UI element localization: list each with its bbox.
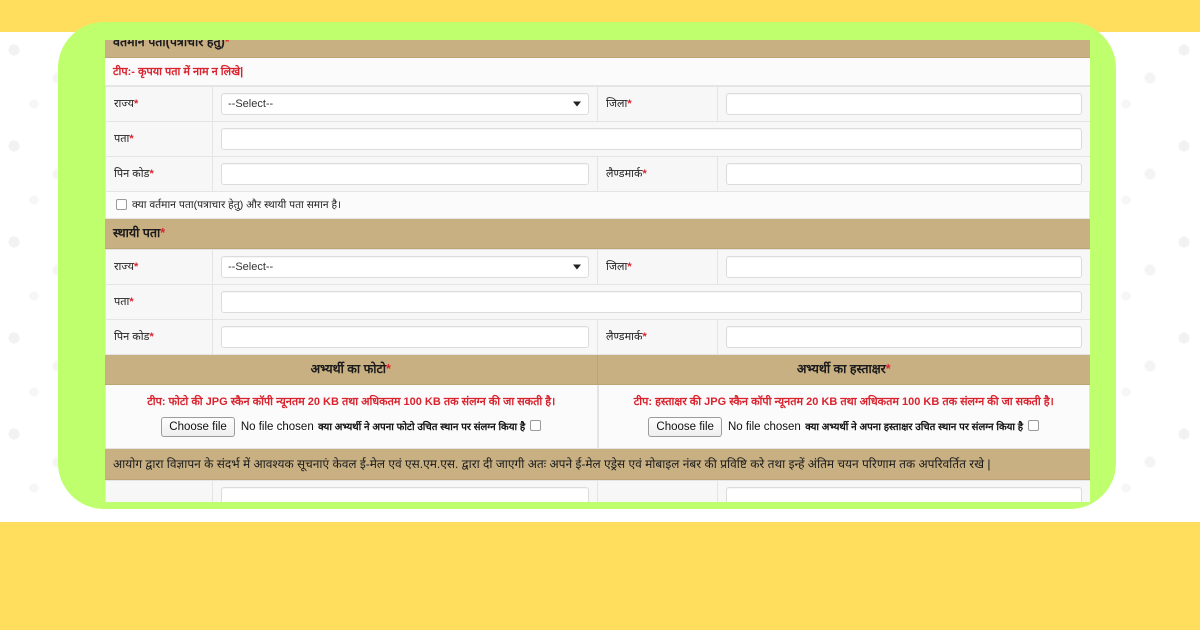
signature-required-mark: * <box>885 361 891 376</box>
photo-upload-pane: टीप: फोटो की JPG स्कैन कॉपी न्यूनतम 20 K… <box>105 384 598 449</box>
signature-note: टीप: हस्ताक्षर की JPG स्कैन कॉपी न्यूनतम… <box>633 395 1054 408</box>
permanent-district-input[interactable] <box>726 255 1082 278</box>
contact-notice-band: आयोग द्वारा विज्ञापन के संदर्भ में आवश्य… <box>105 448 1090 480</box>
application-form-viewport: वर्तमान पता(पत्राचार हेतु)* टीप:- कृपया … <box>105 40 1090 502</box>
label-current-district: जिला* <box>597 85 718 122</box>
section-header-permanent-address: स्थायी पता* <box>105 218 1090 249</box>
signature-file-row[interactable]: Choose file No file chosen <box>648 416 801 437</box>
current-landmark-input[interactable] <box>726 162 1082 185</box>
signature-confirm-label: क्या अभ्यर्थी ने अपना हस्ताक्षर उचित स्थ… <box>805 421 1024 433</box>
photo-title: अभ्यर्थी का फोटो <box>310 361 387 376</box>
section-header-photo: अभ्यर्थी का फोटो* <box>105 354 597 385</box>
current-district-input[interactable] <box>726 92 1082 115</box>
label-permanent-landmark: लैण्डमार्क* <box>597 318 718 355</box>
photo-confirm-label: क्या अभ्यर्थी ने अपना फोटो उचित स्थान पर… <box>318 421 526 433</box>
label-permanent-pincode: पिन कोड* <box>105 318 213 355</box>
current-state-select[interactable]: --Select-- <box>221 92 589 115</box>
permanent-address-title: स्थायी पता <box>113 225 161 240</box>
signature-title: अभ्यर्थी का हस्ताक्षर <box>796 361 886 376</box>
application-form: वर्तमान पता(पत्राचार हेतु)* टीप:- कृपया … <box>105 40 1090 502</box>
table-row: पिन कोड* लैण्डमार्क* <box>105 155 1090 192</box>
section-header-signature: अभ्यर्थी का हस्ताक्षर* <box>597 354 1090 385</box>
table-row: राज्य* --Select-- जिला* <box>105 85 1090 122</box>
label-current-state: राज्य* <box>105 85 213 122</box>
photo-signature-body-row: टीप: फोटो की JPG स्कैन कॉपी न्यूनतम 20 K… <box>105 384 1090 449</box>
current-address-required-mark: * <box>224 40 230 49</box>
same-as-permanent-label: क्या वर्तमान पता(पत्राचार हेतु) और स्थाय… <box>132 198 342 211</box>
photo-file-status: No file chosen <box>240 420 314 433</box>
table-row: पता* <box>105 283 1090 320</box>
current-address-title: वर्तमान पता(पत्राचार हेतु) <box>113 40 225 49</box>
table-row: राज्य* --Select-- जिला* <box>105 248 1090 285</box>
photo-signature-header-row: अभ्यर्थी का फोटो* अभ्यर्थी का हस्ताक्षर* <box>105 354 1090 385</box>
current-address-note: टीप:- कृपया पता में नाम न लिखे| <box>105 57 1090 86</box>
label-current-landmark: लैण्डमार्क* <box>597 155 718 192</box>
photo-required-mark: * <box>386 361 391 376</box>
next-section-partial-row <box>105 479 1090 502</box>
table-row: पता* <box>105 120 1090 157</box>
next-input-right[interactable] <box>726 486 1082 502</box>
photo-file-row[interactable]: Choose file No file chosen <box>161 416 314 437</box>
current-address-line-input[interactable] <box>221 127 1082 150</box>
signature-confirm-row[interactable]: क्या अभ्यर्थी ने अपना हस्ताक्षर उचित स्थ… <box>805 419 1040 433</box>
table-row: पिन कोड* लैण्डमार्क* <box>105 318 1090 355</box>
label-current-pincode: पिन कोड* <box>105 155 213 192</box>
same-as-permanent-checkbox[interactable] <box>116 199 127 211</box>
signature-file-status: No file chosen <box>727 420 801 433</box>
chevron-down-icon <box>573 101 581 107</box>
current-address-table: राज्य* --Select-- जिला* पता* पिन कोड* लै… <box>105 85 1090 192</box>
next-input-left[interactable] <box>221 486 589 502</box>
section-header-current-address: वर्तमान पता(पत्राचार हेतु)* <box>105 40 1090 58</box>
photo-choose-file-button[interactable]: Choose file <box>161 416 235 437</box>
signature-upload-pane: टीप: हस्ताक्षर की JPG स्कैन कॉपी न्यूनतम… <box>597 384 1090 449</box>
permanent-landmark-input[interactable] <box>726 325 1082 348</box>
label-permanent-district: जिला* <box>597 248 718 285</box>
permanent-state-select[interactable]: --Select-- <box>221 255 589 278</box>
current-pincode-input[interactable] <box>221 162 589 185</box>
permanent-pincode-input[interactable] <box>221 325 589 348</box>
permanent-state-select-value: --Select-- <box>228 260 274 273</box>
table-row <box>105 479 1090 502</box>
label-permanent-state: राज्य* <box>105 248 213 285</box>
current-state-select-value: --Select-- <box>228 97 274 110</box>
label-current-address-line: पता* <box>105 120 213 157</box>
photo-confirm-checkbox[interactable] <box>530 420 542 432</box>
permanent-address-required-mark: * <box>160 225 166 240</box>
chevron-down-icon <box>573 264 581 270</box>
permanent-address-table: राज्य* --Select-- जिला* पता* पिन कोड* लै… <box>105 248 1090 355</box>
same-as-permanent-row[interactable]: क्या वर्तमान पता(पत्राचार हेतु) और स्थाय… <box>105 191 1090 219</box>
photo-note: टीप: फोटो की JPG स्कैन कॉपी न्यूनतम 20 K… <box>147 395 556 408</box>
label-permanent-address-line: पता* <box>105 283 213 320</box>
signature-choose-file-button[interactable]: Choose file <box>648 416 722 437</box>
signature-confirm-checkbox[interactable] <box>1028 420 1040 432</box>
permanent-address-line-input[interactable] <box>221 290 1082 313</box>
photo-confirm-row[interactable]: क्या अभ्यर्थी ने अपना फोटो उचित स्थान पर… <box>318 419 542 433</box>
